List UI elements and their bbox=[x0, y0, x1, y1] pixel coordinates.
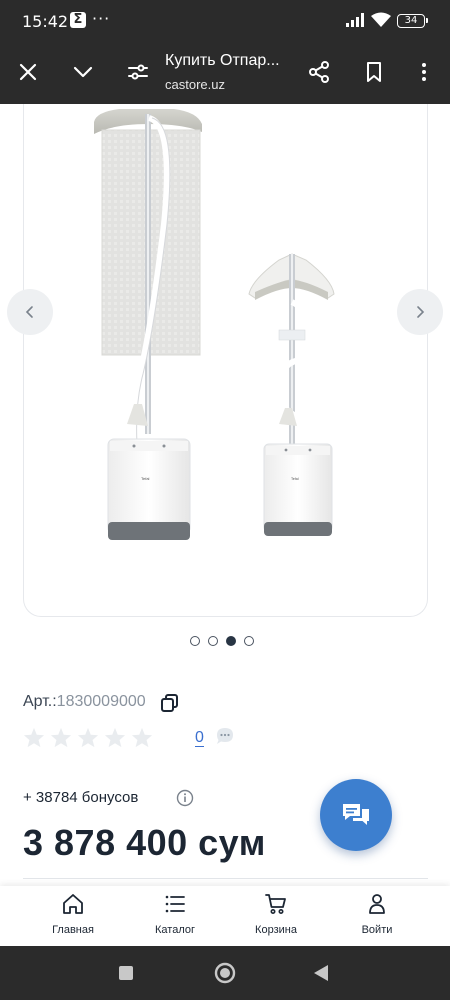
site-settings-icon[interactable] bbox=[126, 60, 150, 84]
nav-label: Каталог bbox=[155, 924, 195, 936]
page-url[interactable]: castore.uz bbox=[165, 77, 225, 92]
star-icon bbox=[131, 727, 153, 748]
chevron-left-icon bbox=[25, 306, 33, 318]
rating-stars[interactable] bbox=[23, 727, 153, 748]
bookmark-icon[interactable] bbox=[362, 60, 386, 84]
more-notifications-icon: ··· bbox=[92, 9, 111, 28]
nav-label: Главная bbox=[52, 924, 94, 936]
catalog-icon bbox=[165, 895, 185, 913]
star-icon bbox=[77, 727, 99, 748]
close-icon[interactable] bbox=[16, 60, 40, 84]
pagination-dot[interactable] bbox=[190, 636, 200, 646]
chevron-down-icon[interactable] bbox=[71, 60, 95, 84]
info-icon[interactable] bbox=[176, 789, 194, 807]
nav-label: Войти bbox=[361, 924, 393, 936]
star-icon bbox=[104, 727, 126, 748]
product-price: 3 878 400 сум bbox=[23, 822, 266, 863]
gallery-prev-button[interactable] bbox=[7, 289, 53, 335]
chat-support-button[interactable] bbox=[320, 779, 392, 851]
battery-icon: 34 bbox=[397, 14, 428, 28]
sigma-icon: Σ bbox=[70, 12, 86, 28]
divider bbox=[23, 878, 428, 879]
home-icon bbox=[63, 894, 83, 914]
reviews-count-link[interactable]: 0 bbox=[195, 730, 204, 747]
article-number: Арт.:1830009000 bbox=[23, 693, 146, 711]
pagination-dot[interactable] bbox=[244, 636, 254, 646]
system-navigation-bar bbox=[0, 946, 450, 1000]
more-vert-icon[interactable] bbox=[412, 60, 436, 84]
wifi-icon bbox=[371, 12, 391, 27]
back-icon[interactable] bbox=[312, 964, 330, 982]
brand-logo: Tefal bbox=[141, 476, 150, 481]
page-title[interactable]: Купить Отпар... bbox=[165, 52, 295, 70]
star-icon bbox=[50, 727, 72, 748]
chat-icon bbox=[343, 804, 369, 825]
user-icon bbox=[369, 894, 385, 914]
nav-item-catalog[interactable]: Каталог bbox=[130, 892, 220, 936]
nav-item-cart[interactable]: Корзина bbox=[231, 892, 321, 936]
browser-toolbar: Купить Отпар... castore.uz bbox=[0, 40, 450, 104]
product-gallery[interactable]: Tefal Tefal bbox=[23, 104, 428, 617]
chevron-right-icon bbox=[417, 306, 425, 318]
gallery-pagination bbox=[190, 636, 254, 646]
nav-item-login[interactable]: Войти bbox=[332, 892, 422, 936]
article-value: 1830009000 bbox=[56, 693, 146, 710]
share-icon[interactable] bbox=[307, 60, 331, 84]
comment-icon[interactable] bbox=[215, 726, 235, 746]
bonus-text: + 38784 бонусов bbox=[23, 789, 139, 806]
nav-label: Корзина bbox=[255, 924, 297, 936]
home-button-icon[interactable] bbox=[214, 962, 236, 984]
product-image[interactable]: Tefal Tefal bbox=[24, 104, 428, 617]
status-bar: 15:42 Σ ··· 34 bbox=[0, 0, 450, 40]
star-icon bbox=[23, 727, 45, 748]
copy-icon[interactable] bbox=[160, 693, 180, 713]
status-time: 15:42 bbox=[22, 12, 69, 31]
recents-icon[interactable] bbox=[118, 965, 134, 981]
pagination-dot[interactable] bbox=[208, 636, 218, 646]
signal-icon bbox=[346, 13, 364, 27]
pagination-dot-active[interactable] bbox=[226, 636, 236, 646]
article-label: Арт.: bbox=[23, 693, 57, 710]
bottom-navigation: Главная Каталог Корзина Войти bbox=[0, 886, 450, 946]
gallery-next-button[interactable] bbox=[397, 289, 443, 335]
cart-icon bbox=[265, 894, 286, 914]
brand-logo-small: Tefal bbox=[291, 477, 299, 481]
nav-item-home[interactable]: Главная bbox=[28, 892, 118, 936]
